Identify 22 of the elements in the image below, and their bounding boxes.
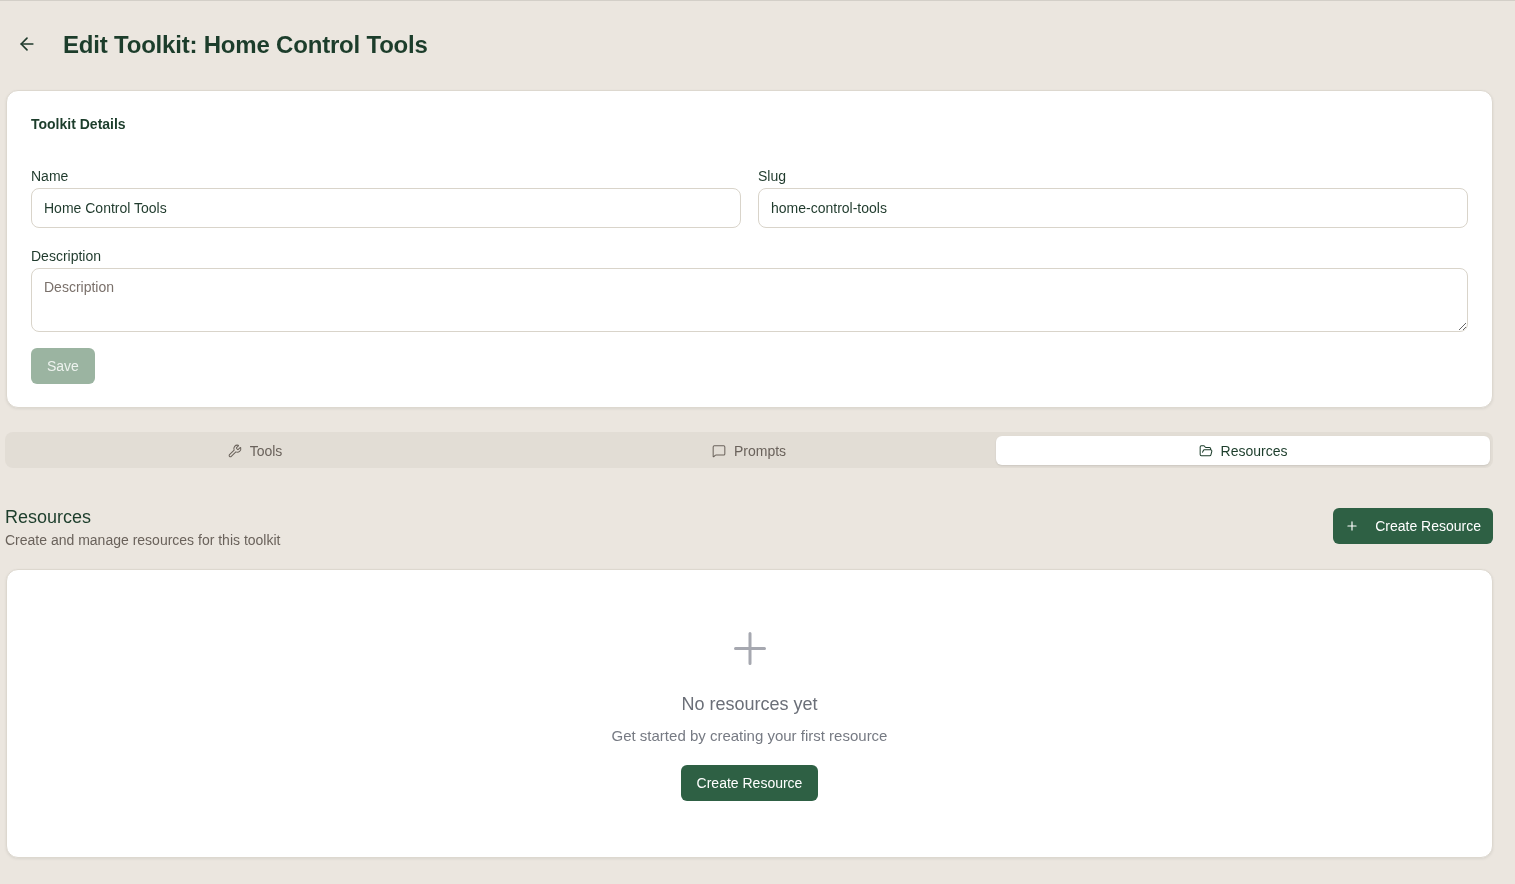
empty-state-title: No resources yet <box>681 693 818 716</box>
text-input[interactable]: Home Control Tools <box>31 188 741 228</box>
plus-icon <box>1345 519 1360 533</box>
field-label: Slug <box>758 167 788 186</box>
text-input[interactable]: home-control-tools <box>758 188 1468 228</box>
create-resource-button[interactable]: Create Resource <box>1333 508 1493 544</box>
page-title: Edit Toolkit: Home Control Tools <box>63 30 428 60</box>
wrench-icon <box>227 443 242 458</box>
card-title: Toolkit Details <box>31 115 127 134</box>
tab[interactable]: Resources <box>996 436 1490 465</box>
section-title: Resources <box>5 506 93 528</box>
tab[interactable]: Prompts <box>502 436 996 465</box>
section-subtitle: Create and manage resources for this toolkit <box>5 531 281 550</box>
field-label: Name <box>31 167 70 186</box>
empty-state-message: Get started by creating your first resource <box>611 726 888 746</box>
textarea-field[interactable]: Description <box>31 268 1468 332</box>
field-label: Description <box>31 247 103 266</box>
folder-icon <box>1198 443 1213 458</box>
plus-icon <box>733 632 766 665</box>
tab[interactable]: Tools <box>8 436 502 465</box>
chat-bubble-icon <box>711 443 726 458</box>
create-resource-button[interactable]: Create Resource <box>680 765 819 801</box>
